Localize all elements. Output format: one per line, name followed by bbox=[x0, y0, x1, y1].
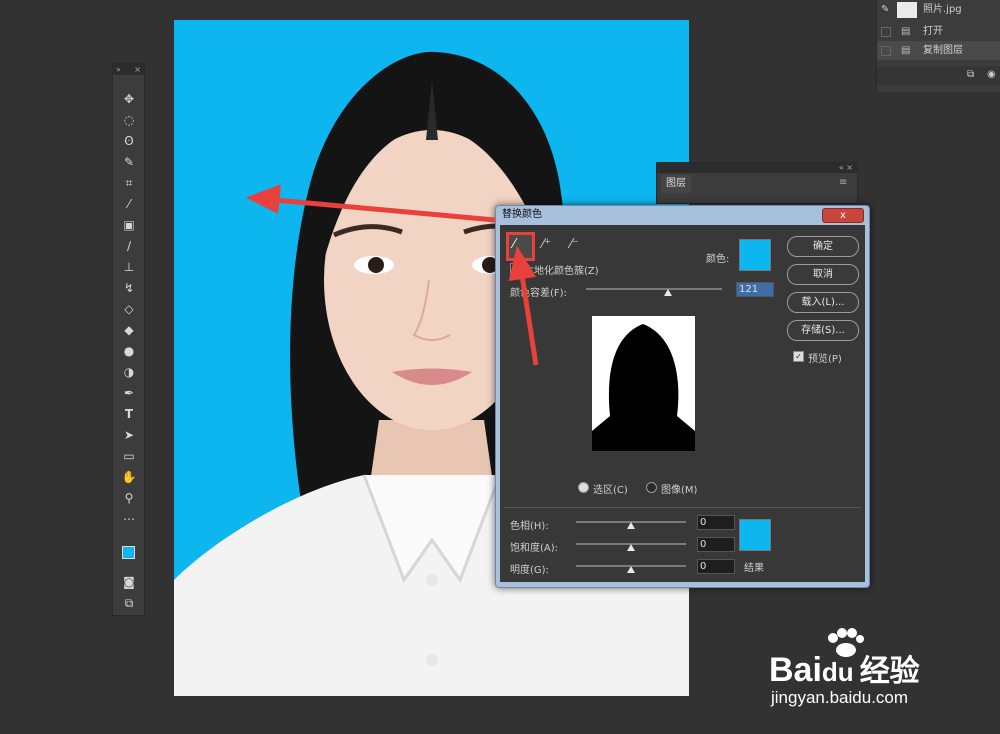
hue-label: 色相(H): bbox=[510, 521, 549, 532]
history-item[interactable]: ▤ 打开 bbox=[877, 22, 1000, 41]
brand-bai: Bai bbox=[769, 651, 822, 689]
eyedropper-highlight bbox=[506, 232, 535, 261]
saturation-slider-thumb[interactable] bbox=[627, 544, 635, 551]
blur-icon[interactable]: ● bbox=[121, 343, 137, 359]
move-icon[interactable]: ✥ bbox=[121, 91, 137, 107]
brush-icon[interactable]: ∕ bbox=[121, 238, 137, 254]
history-brush-icon: ✎ bbox=[881, 4, 890, 15]
localized-clusters-label: 本地化颜色簇(Z) bbox=[524, 266, 599, 277]
document-icon: ▤ bbox=[901, 45, 911, 56]
document-icon: ▤ bbox=[901, 26, 911, 37]
history-snapshot[interactable]: ✎ 照片.jpg bbox=[877, 0, 1000, 19]
saturation-label: 饱和度(A): bbox=[510, 543, 559, 554]
fuzziness-slider-track[interactable] bbox=[586, 288, 722, 290]
screen-mode-icon[interactable]: ⧉ bbox=[121, 595, 137, 611]
snapshot-name: 照片.jpg bbox=[923, 4, 962, 15]
new-document-icon[interactable]: ⧉ bbox=[967, 69, 974, 80]
selection-mask-preview bbox=[592, 324, 695, 451]
selection-preview[interactable] bbox=[592, 316, 695, 451]
pen-icon[interactable]: ✒ bbox=[121, 385, 137, 401]
stamp-icon[interactable]: ⊥ bbox=[121, 259, 137, 275]
fuzziness-slider-thumb[interactable] bbox=[664, 289, 672, 296]
radio-image[interactable] bbox=[646, 482, 657, 493]
watermark-url: jingyan.baidu.com bbox=[771, 688, 909, 707]
fuzziness-label: 颜色容差(F): bbox=[510, 288, 567, 299]
dialog-body: ⁄ ⁄⁺ ⁄⁻ 本地化颜色簇(Z) 颜色: 颜色容差(F): 121 确定 取消… bbox=[500, 225, 865, 582]
crop-icon[interactable]: ⌗ bbox=[121, 175, 137, 191]
rectangle-icon[interactable]: ▭ bbox=[121, 448, 137, 464]
radio-image-label: 图像(M) bbox=[661, 485, 698, 496]
history-checkbox[interactable] bbox=[881, 27, 891, 37]
foreground-color-swatch[interactable] bbox=[122, 546, 135, 559]
result-label: 结果 bbox=[744, 563, 764, 574]
close-button[interactable]: x bbox=[822, 208, 864, 223]
tools-panel: » × ✥ ◌ ʘ ✎ ⌗ ⁄ ▣ ∕ ⊥ ↯ ◇ ◆ ● ◑ ✒ T ➤ ▭ ✋… bbox=[112, 63, 145, 616]
history-footer: ⧉ ◉ bbox=[877, 66, 1000, 86]
tab-layers[interactable]: 图层 bbox=[661, 175, 691, 193]
radio-selection-label: 选区(C) bbox=[593, 485, 628, 496]
watermark-brand: Baidu 经验 bbox=[769, 646, 920, 690]
snapshot-thumbnail bbox=[897, 2, 917, 18]
replace-color-dialog: 替换颜色 x ⁄ ⁄⁺ ⁄⁻ 本地化颜色簇(Z) 颜色: 颜色容差(F): 12… bbox=[495, 205, 870, 588]
preview-checkbox[interactable]: ✓ bbox=[793, 351, 804, 362]
marquee-icon[interactable]: ◌ bbox=[121, 112, 137, 128]
more-icon[interactable]: ⋯ bbox=[121, 511, 137, 527]
add-to-sample-eyedropper-icon[interactable]: ⁄⁺ bbox=[542, 237, 551, 252]
eyedropper-icon[interactable]: ⁄ bbox=[513, 237, 515, 252]
dialog-title: 替换颜色 bbox=[502, 209, 542, 220]
tools-panel-header[interactable]: » × bbox=[113, 64, 144, 75]
history-item-active[interactable]: ▤ 复制图层 bbox=[877, 41, 1000, 60]
dodge-icon[interactable]: ◑ bbox=[121, 364, 137, 380]
cancel-button[interactable]: 取消 bbox=[787, 264, 859, 285]
lightness-input[interactable]: 0 bbox=[697, 559, 735, 574]
preview-label: 预览(P) bbox=[808, 354, 842, 365]
baidu-jingyan-watermark: Baidu 经验 jingyan.baidu.com bbox=[765, 628, 995, 712]
quick-select-icon[interactable]: ✎ bbox=[121, 154, 137, 170]
result-swatch[interactable] bbox=[739, 519, 771, 551]
path-select-icon[interactable]: ➤ bbox=[121, 427, 137, 443]
saturation-input[interactable]: 0 bbox=[697, 537, 735, 552]
load-button[interactable]: 载入(L)... bbox=[787, 292, 859, 313]
history-item-label: 打开 bbox=[923, 26, 943, 37]
history-brush-icon[interactable]: ↯ bbox=[121, 280, 137, 296]
hue-input[interactable]: 0 bbox=[697, 515, 735, 530]
lasso-icon[interactable]: ʘ bbox=[121, 133, 137, 149]
subtract-from-sample-eyedropper-icon[interactable]: ⁄⁻ bbox=[570, 237, 579, 252]
history-item-label: 复制图层 bbox=[923, 45, 963, 56]
history-panel: ✎ 照片.jpg ▤ 打开 ▤ 复制图层 ⧉ ◉ bbox=[876, 0, 1000, 92]
history-checkbox[interactable] bbox=[881, 46, 891, 56]
hue-slider-thumb[interactable] bbox=[627, 522, 635, 529]
brand-cn: 经验 bbox=[859, 655, 920, 688]
layers-panel-header[interactable]: « × bbox=[657, 163, 857, 173]
type-icon[interactable]: T bbox=[121, 406, 137, 422]
save-button[interactable]: 存储(S)... bbox=[787, 320, 859, 341]
lightness-slider-thumb[interactable] bbox=[627, 566, 635, 573]
zoom-icon[interactable]: ⚲ bbox=[121, 490, 137, 506]
panel-menu-icon[interactable]: ≡ bbox=[839, 177, 847, 188]
eraser-icon[interactable]: ◇ bbox=[121, 301, 137, 317]
ok-button[interactable]: 确定 bbox=[787, 236, 859, 257]
brand-du: du bbox=[821, 657, 854, 687]
lightness-label: 明度(G): bbox=[510, 565, 549, 576]
localized-clusters-checkbox[interactable] bbox=[510, 263, 521, 274]
color-swatch[interactable] bbox=[739, 239, 771, 271]
radio-selection[interactable] bbox=[578, 482, 589, 493]
layers-panel: « × 图层 ≡ bbox=[656, 162, 858, 204]
quick-mask-icon[interactable]: ◙ bbox=[121, 574, 137, 590]
fuzziness-input[interactable]: 121 bbox=[736, 282, 774, 297]
frame-icon[interactable]: ▣ bbox=[121, 217, 137, 233]
bucket-icon[interactable]: ◆ bbox=[121, 322, 137, 338]
eyedropper-icon[interactable]: ⁄ bbox=[121, 196, 137, 212]
color-label: 颜色: bbox=[706, 254, 730, 265]
camera-icon[interactable]: ◉ bbox=[987, 69, 996, 80]
hand-icon[interactable]: ✋ bbox=[121, 469, 137, 485]
